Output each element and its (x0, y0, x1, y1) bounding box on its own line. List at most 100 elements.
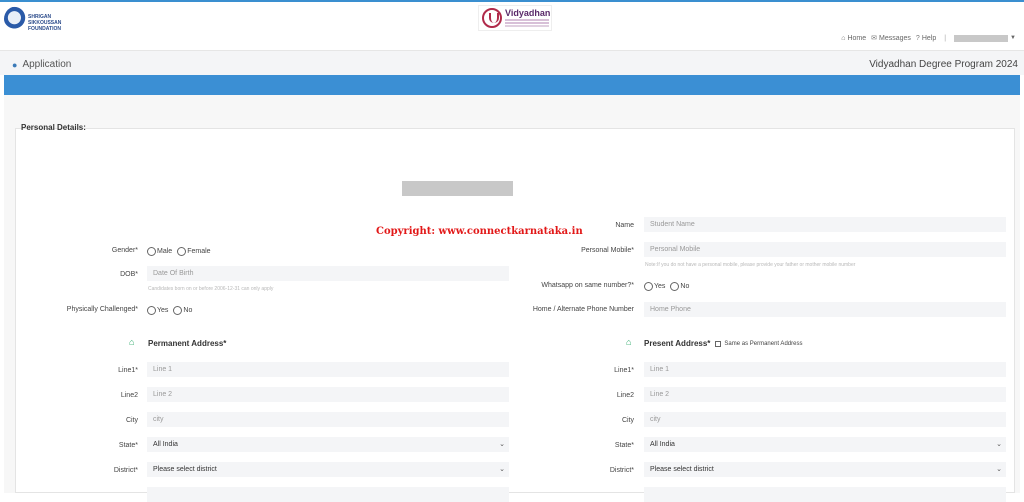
envelope-icon: ✉ (871, 35, 877, 42)
same-as-permanent-checkbox[interactable] (715, 340, 722, 347)
top-header: SHRIGAN SIKKOUSSAN FOUNDATION Vidyadhan … (0, 0, 1024, 50)
permanent-address-title: Permanent Address* (148, 339, 227, 348)
vidyadhan-logo-tagline (505, 19, 549, 21)
home-phone-input[interactable]: Home Phone (644, 302, 1006, 317)
personal-mobile-hint: Note:If you do not have a personal mobil… (645, 262, 856, 268)
personal-details-title: Personal Details: (21, 123, 86, 132)
whatsapp-radio-group: Yes No (644, 282, 691, 291)
chevron-down-icon: ⌄ (996, 441, 1002, 448)
chevron-down-icon: ▼ (1010, 35, 1016, 41)
whatsapp-no-label: No (680, 283, 690, 290)
present-next-field-partial[interactable] (644, 487, 1006, 502)
gender-female-label: Female (187, 248, 211, 255)
program-title: Vidyadhan Degree Program 2024 (869, 59, 1018, 70)
chevron-down-icon: ⌄ (996, 466, 1002, 473)
present-address-title: Present Address* (644, 339, 711, 348)
whatsapp-yes-option[interactable]: Yes (644, 282, 665, 291)
blue-banner (4, 75, 1020, 95)
gender-male-option[interactable]: Male (147, 247, 172, 256)
gender-female-radio[interactable] (177, 247, 187, 256)
pc-no-label: No (183, 307, 193, 314)
top-nav: ⌂ Home ✉ Messages ? Help | ▼ (841, 34, 1016, 42)
present-line1-input[interactable]: Line 1 (644, 362, 1006, 377)
dob-input[interactable]: Date Of Birth (147, 266, 509, 281)
permanent-state-label: State* (118, 442, 138, 449)
whatsapp-no-option[interactable]: No (670, 282, 689, 291)
foundation-logo-icon (4, 6, 30, 32)
present-state-value: All India (650, 441, 675, 448)
user-name-redacted (954, 34, 1009, 42)
foundation-logo-text-2: FOUNDATION (28, 26, 61, 32)
nav-divider: | (944, 34, 947, 42)
same-as-permanent-label: Same as Permanent Address (724, 340, 803, 347)
whatsapp-yes-radio[interactable] (644, 282, 653, 291)
nav-help-label: Help (921, 34, 937, 42)
same-as-permanent-option[interactable]: Same as Permanent Address (715, 340, 803, 347)
breadcrumb: ● Application (12, 59, 71, 70)
gender-label: Gender* (111, 247, 138, 254)
foundation-logo-text-1: SHRIGAN SIKKOUSSAN (28, 14, 62, 26)
user-icon: ● (12, 59, 18, 70)
dob-label: DOB* (120, 271, 138, 278)
foundation-logo[interactable]: SHRIGAN SIKKOUSSAN FOUNDATION (4, 6, 74, 32)
permanent-city-label: City (125, 417, 138, 424)
permanent-state-select[interactable]: All India ⌄ (147, 437, 509, 452)
present-state-label: State* (614, 442, 634, 449)
home-icon: ⌂ (841, 34, 846, 42)
vidyadhan-logo[interactable]: Vidyadhan (478, 5, 552, 31)
present-address-heading: Present Address* Same as Permanent Addre… (644, 339, 802, 348)
page-title: Application (22, 59, 72, 70)
nav-home[interactable]: ⌂ Home (841, 35, 866, 42)
personal-mobile-input[interactable]: Personal Mobile (644, 242, 1006, 257)
physically-challenged-radio-group: Yes No (147, 306, 194, 315)
permanent-district-label: District* (113, 467, 138, 474)
name-label: Name (615, 222, 634, 229)
gender-radio-group: Male Female (147, 247, 213, 256)
dob-hint: Candidates born on or before 2006-12-31 … (148, 286, 274, 292)
pc-yes-label: Yes (157, 307, 169, 314)
permanent-line1-input[interactable]: Line 1 (147, 362, 509, 377)
present-city-input[interactable]: city (644, 412, 1006, 427)
nav-help[interactable]: ? Help (916, 35, 936, 42)
vidyadhan-emblem-icon (482, 8, 502, 28)
present-district-label: District* (609, 467, 634, 474)
present-state-select[interactable]: All India ⌄ (644, 437, 1006, 452)
permanent-state-value: All India (153, 441, 178, 448)
vidyadhan-logo-name: Vidyadhan (505, 8, 551, 18)
profile-photo-redacted (402, 181, 513, 196)
home-phone-label: Home / Alternate Phone Number (532, 306, 634, 313)
whatsapp-no-radio[interactable] (670, 282, 680, 291)
pc-yes-radio[interactable] (147, 306, 156, 315)
gender-male-radio[interactable] (147, 247, 156, 256)
pc-no-radio[interactable] (173, 306, 183, 315)
help-icon: ? (915, 34, 920, 42)
permanent-line2-input[interactable]: Line 2 (147, 387, 509, 402)
personal-mobile-label: Personal Mobile* (581, 247, 634, 254)
present-line1-label: Line1* (614, 367, 634, 374)
permanent-district-select[interactable]: Please select district ⌄ (147, 462, 509, 477)
permanent-line2-label: Line2 (120, 392, 138, 399)
user-menu[interactable]: ▼ (954, 34, 1016, 42)
permanent-line1-label: Line1* (118, 367, 138, 374)
home-icon: ⌂ (129, 337, 135, 347)
present-line2-input[interactable]: Line 2 (644, 387, 1006, 402)
permanent-address-heading: Permanent Address* (148, 339, 226, 348)
gender-male-label: Male (157, 248, 173, 255)
nav-messages-label: Messages (879, 34, 911, 42)
present-district-select[interactable]: Please select district ⌄ (644, 462, 1006, 477)
permanent-next-field-partial[interactable] (147, 487, 509, 502)
physically-challenged-label: Physically Challenged* (66, 306, 138, 313)
permanent-district-value: Please select district (153, 466, 217, 473)
nav-messages[interactable]: ✉ Messages (871, 34, 911, 43)
whatsapp-yes-label: Yes (654, 283, 666, 290)
sub-header: ● Application Vidyadhan Degree Program 2… (0, 50, 1024, 75)
present-city-label: City (621, 417, 634, 424)
pc-no-option[interactable]: No (173, 306, 192, 315)
gender-female-option[interactable]: Female (177, 247, 211, 256)
present-line2-label: Line2 (616, 392, 634, 399)
pc-yes-option[interactable]: Yes (147, 306, 168, 315)
name-input[interactable]: Student Name (644, 217, 1006, 232)
whatsapp-label: Whatsapp on same number?* (541, 282, 634, 289)
permanent-city-input[interactable]: city (147, 412, 509, 427)
present-district-value: Please select district (650, 466, 714, 473)
